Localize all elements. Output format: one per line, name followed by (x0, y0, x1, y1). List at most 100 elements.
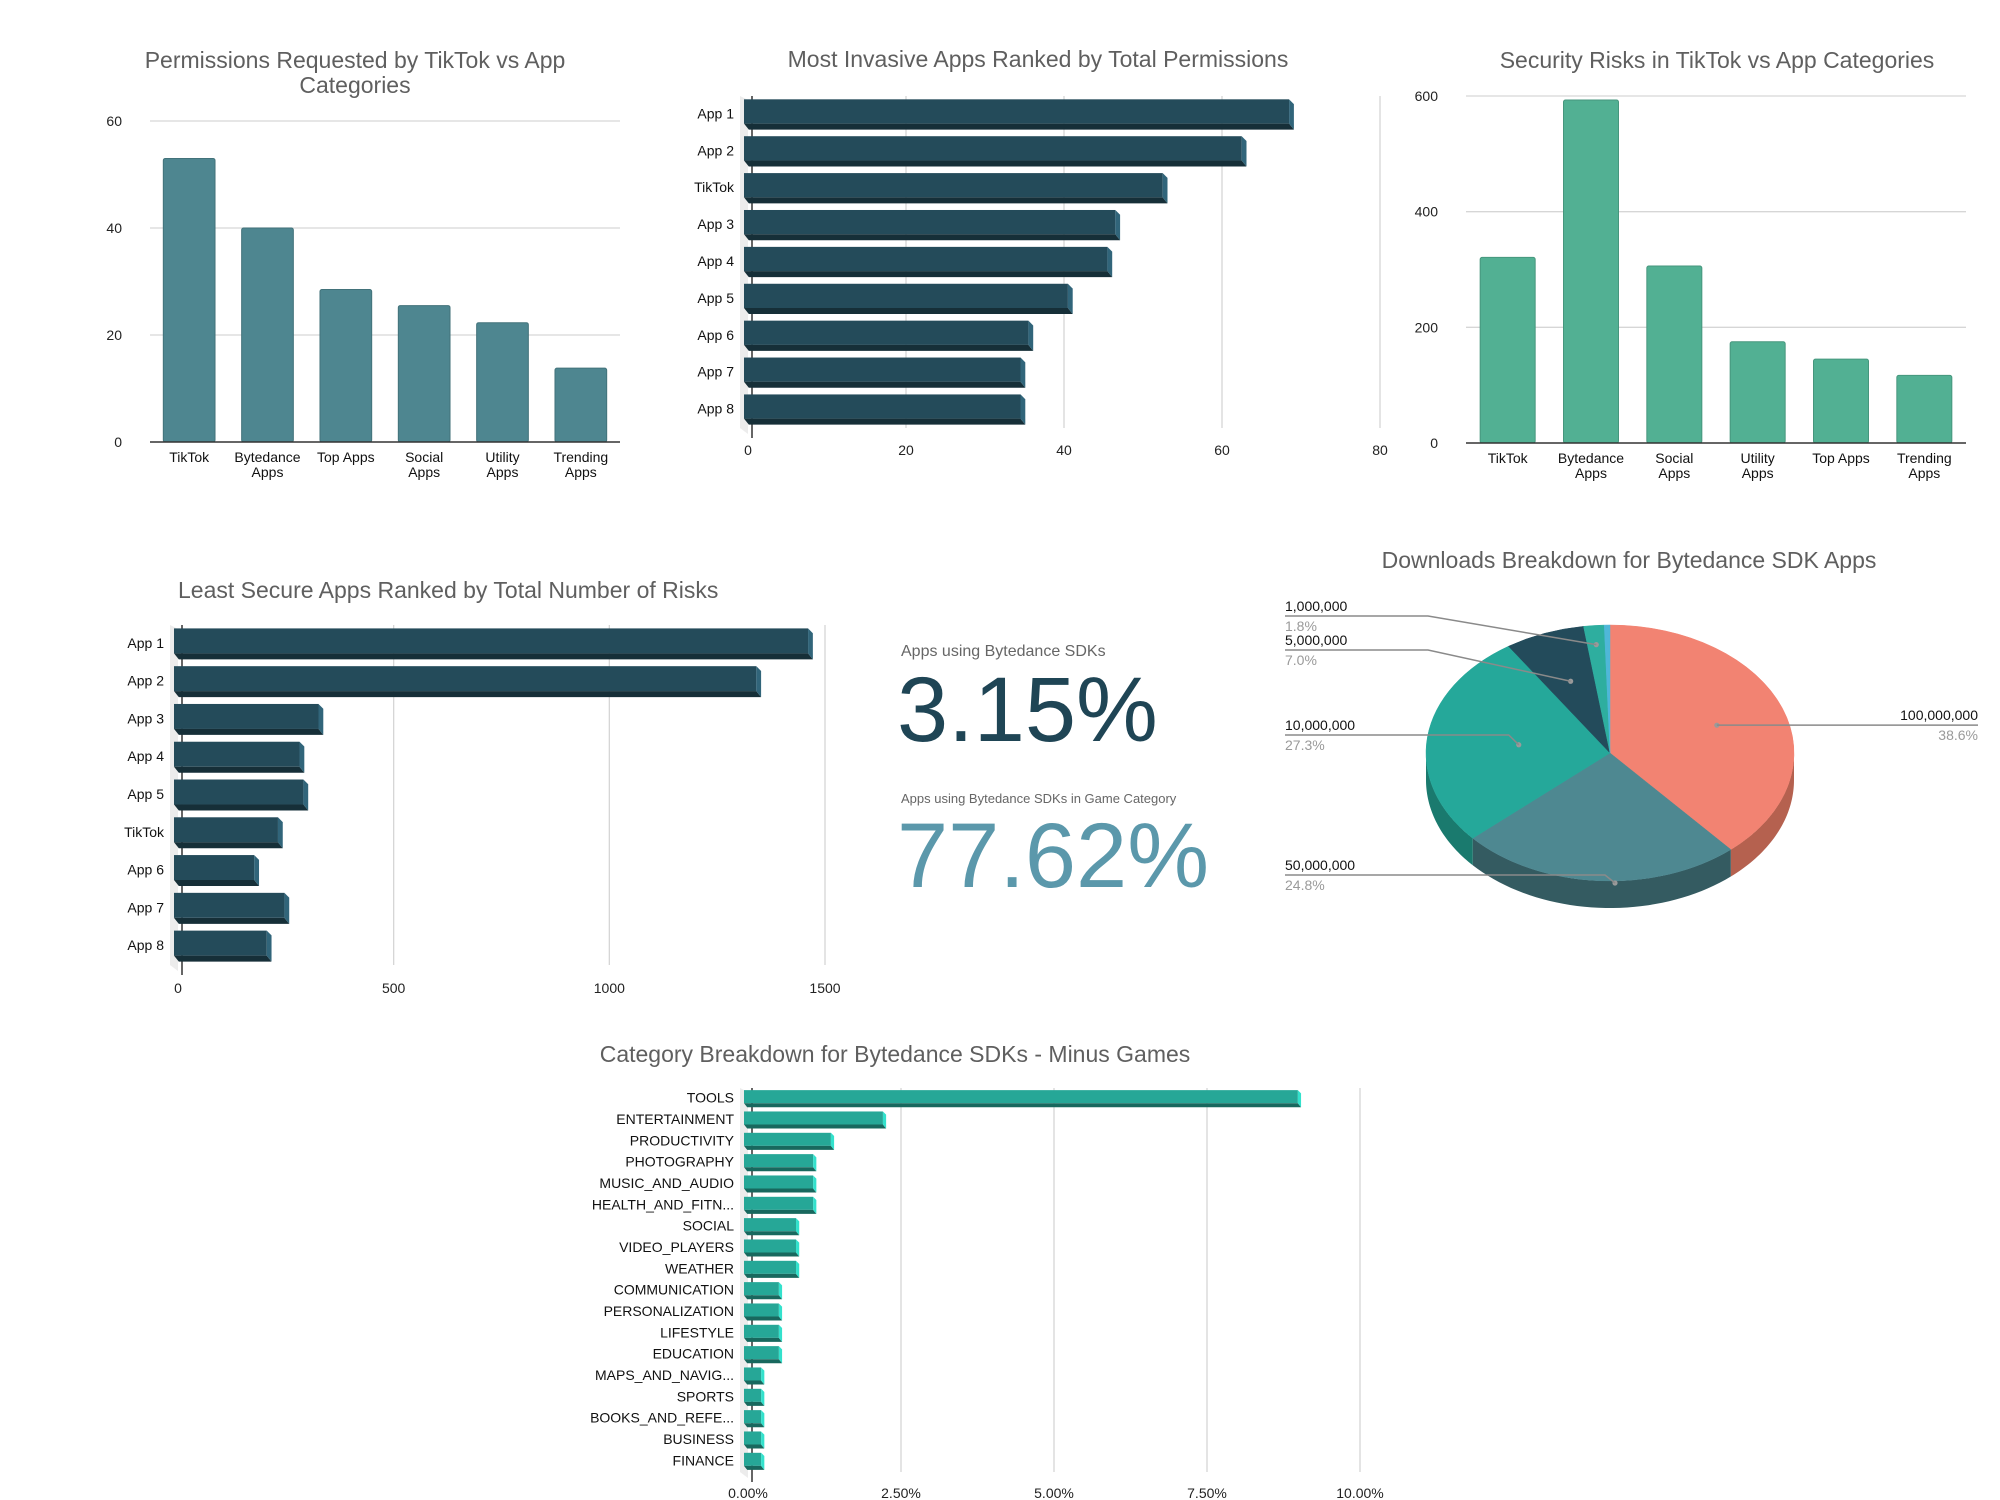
y-category-label: App 8 (127, 937, 164, 953)
bar (744, 1111, 887, 1129)
x-tick-label: 500 (382, 980, 406, 996)
bar-face (744, 1090, 1298, 1104)
chart-title: Least Secure Apps Ranked by Total Number… (178, 577, 718, 603)
chart-category-breakdown: Category Breakdown for Bytedance SDKs - … (590, 1041, 1384, 1500)
bar-bottom (744, 271, 1113, 278)
bar-face (744, 136, 1242, 161)
bar (744, 1218, 800, 1236)
bar (174, 892, 290, 924)
bar (397, 305, 451, 443)
pie-percent: 7.0% (1285, 652, 1317, 668)
bar (174, 741, 305, 773)
bar-face (174, 741, 300, 767)
bar-bottom (744, 1103, 1302, 1108)
bar-face (744, 1282, 779, 1296)
bar (744, 1154, 817, 1172)
bar (744, 209, 1121, 241)
bar-face (744, 1410, 762, 1424)
bar-bottom (174, 880, 260, 887)
bar (744, 1367, 765, 1385)
bar-face (174, 779, 304, 805)
y-category-label: LIFESTYLE (660, 1324, 734, 1340)
bar-face (744, 357, 1021, 382)
bar (744, 394, 1026, 425)
bar-face (744, 246, 1108, 272)
x-category-label: Top Apps (1812, 450, 1870, 466)
bar-bottom (744, 1231, 800, 1236)
bar (744, 357, 1026, 388)
bar (744, 1090, 1302, 1108)
bar-face (744, 394, 1021, 419)
bar (744, 283, 1073, 315)
y-category-label: App 2 (697, 142, 734, 158)
x-tick-label: 0 (174, 980, 182, 996)
x-tick-label: 7.50% (1187, 1485, 1227, 1500)
bar (1813, 358, 1869, 444)
bar-face (744, 1239, 797, 1253)
bar (174, 855, 260, 887)
x-tick-label: 1000 (594, 980, 625, 996)
y-category-label: EDUCATION (653, 1346, 734, 1362)
bar (744, 1452, 765, 1470)
y-category-label: TOOLS (687, 1090, 734, 1106)
y-category-label: App 3 (697, 216, 734, 232)
bar-face (744, 1260, 797, 1274)
y-category-label: App 4 (127, 748, 164, 764)
bar (744, 1175, 817, 1193)
bar (744, 1410, 765, 1428)
bar (1729, 341, 1786, 444)
bar-bottom (744, 1444, 765, 1449)
kpi-value-game-category: 77.62% (897, 805, 1209, 907)
y-category-label: HEALTH_AND_FITN... (592, 1196, 734, 1212)
bar-bottom (744, 1380, 765, 1385)
chart-permissions: Permissions Requested by TikTok vs AppCa… (106, 47, 620, 480)
bar-face (174, 703, 319, 729)
y-category-label: FINANCE (673, 1452, 734, 1468)
bar-bottom (174, 728, 324, 735)
y-category-label: PRODUCTIVITY (630, 1132, 735, 1148)
y-tick-label: 0 (114, 434, 122, 450)
x-category-label: Social (1655, 450, 1693, 466)
x-category-label: Apps (252, 464, 284, 480)
bar (554, 367, 608, 443)
bar-face (174, 855, 255, 881)
x-tick-label: 5.00% (1034, 1485, 1074, 1500)
y-category-label: App 5 (127, 786, 164, 802)
bar-bottom (744, 1167, 817, 1172)
x-tick-label: 0.00% (728, 1485, 768, 1500)
bar-bottom (744, 381, 1026, 388)
x-tick-label: 80 (1372, 442, 1388, 458)
y-tick-label: 20 (106, 327, 122, 343)
y-category-label: App 7 (697, 364, 734, 380)
pie-percent: 38.6% (1938, 727, 1978, 743)
y-tick-label: 200 (1415, 319, 1439, 335)
pie-percent: 1.8% (1285, 618, 1317, 634)
bar-face (744, 1303, 779, 1317)
x-category-label: Apps (1742, 465, 1774, 481)
bar-face (174, 817, 278, 843)
bar-bottom (744, 197, 1168, 204)
y-category-label: MAPS_AND_NAVIG... (595, 1367, 734, 1383)
y-category-label: VIDEO_PLAYERS (619, 1239, 734, 1255)
x-tick-label: 10.00% (1336, 1485, 1383, 1500)
bar-bottom (174, 653, 813, 660)
y-category-label: App 1 (127, 635, 164, 651)
y-category-label: App 7 (127, 899, 164, 915)
bar (744, 1431, 765, 1449)
bar (744, 1324, 783, 1342)
chart-least-secure-apps: Least Secure Apps Ranked by Total Number… (124, 577, 841, 996)
bar (744, 1346, 783, 1364)
pie-label: 10,000,000 (1285, 717, 1355, 733)
bar-bottom (744, 344, 1034, 351)
bar-bottom (744, 1359, 783, 1364)
y-category-label: BOOKS_AND_REFE... (590, 1410, 734, 1426)
bar-face (174, 892, 285, 918)
bar-bottom (744, 1465, 765, 1470)
bar-face (174, 930, 267, 956)
y-category-label: COMMUNICATION (614, 1282, 734, 1298)
y-category-label: App 4 (697, 253, 734, 269)
chart-title: Most Invasive Apps Ranked by Total Permi… (788, 46, 1289, 72)
x-category-label: TikTok (1488, 450, 1529, 466)
pie-label: 5,000,000 (1285, 632, 1347, 648)
y-category-label: App 5 (697, 290, 734, 306)
